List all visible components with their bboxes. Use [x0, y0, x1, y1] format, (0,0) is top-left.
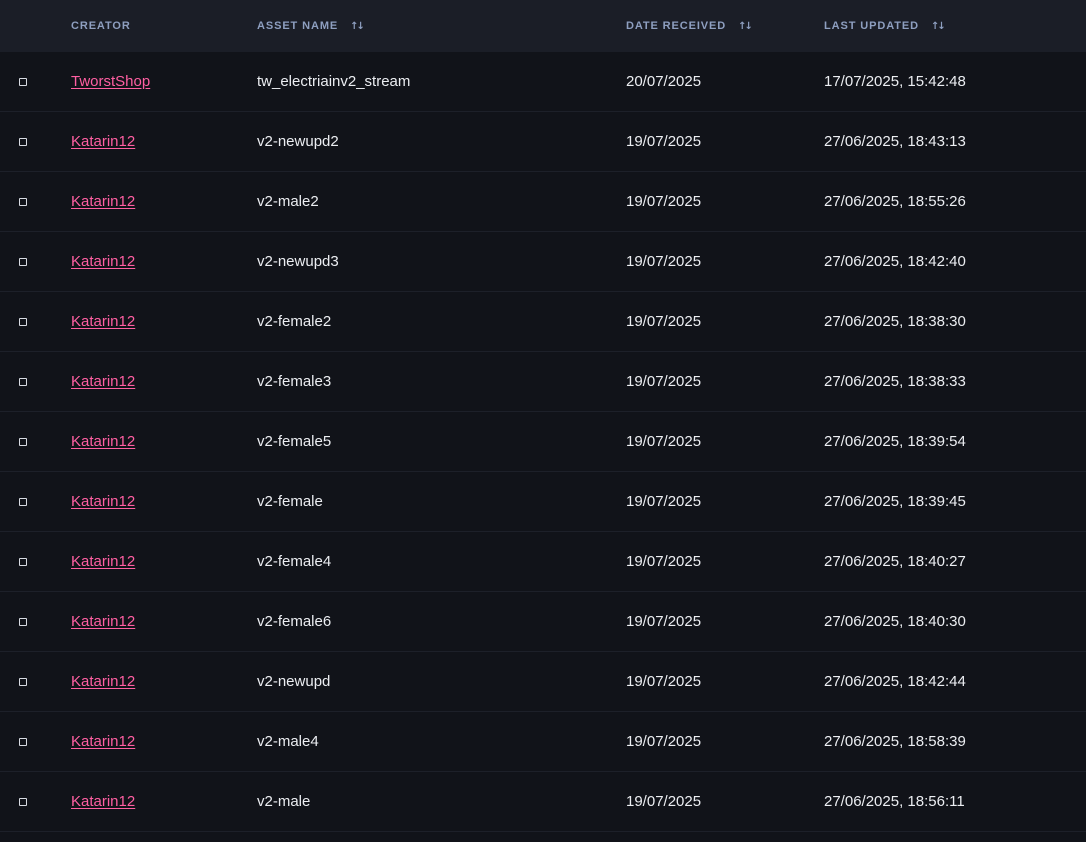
asset-name: v2-female3: [257, 373, 332, 390]
column-header-asset-name-label: ASSET NAME: [257, 20, 339, 32]
creator-link[interactable]: TworstShop: [71, 73, 150, 90]
asset-name: v2-newupd2: [257, 133, 339, 150]
date-received: 19/07/2025: [626, 313, 702, 330]
asset-name: v2-female6: [257, 613, 332, 630]
table-row[interactable]: Katarin12 v2-female5 19/07/2025 27/06/20…: [0, 412, 1086, 472]
row-checkbox[interactable]: [19, 437, 27, 446]
row-checkbox[interactable]: [19, 317, 27, 326]
asset-name: v2-female4: [257, 553, 332, 570]
table-header: CREATOR ASSET NAME ↑↓ DATE RECEIVED ↑↓ L…: [0, 0, 1086, 52]
date-received: 19/07/2025: [626, 793, 702, 810]
row-checkbox[interactable]: [19, 377, 27, 386]
table-row[interactable]: Katarin12 v2-newupd3 19/07/2025 27/06/20…: [0, 232, 1086, 292]
last-updated: 27/06/2025, 18:56:11: [824, 793, 965, 810]
row-checkbox[interactable]: [19, 77, 27, 86]
date-received: 19/07/2025: [626, 553, 702, 570]
last-updated: 27/06/2025, 18:38:33: [824, 373, 966, 390]
creator-link[interactable]: Katarin12: [71, 613, 135, 630]
creator-link[interactable]: Katarin12: [71, 313, 135, 330]
table-row[interactable]: Katarin12 v2-male 19/07/2025 27/06/2025,…: [0, 772, 1086, 832]
last-updated: 27/06/2025, 18:42:40: [824, 253, 966, 270]
asset-name: v2-newupd3: [257, 253, 339, 270]
row-checkbox[interactable]: [19, 257, 27, 266]
asset-name: tw_electriainv2_stream: [257, 73, 411, 90]
last-updated: 17/07/2025, 15:42:48: [824, 73, 966, 90]
date-received: 19/07/2025: [626, 373, 702, 390]
date-received: 19/07/2025: [626, 673, 702, 690]
creator-link[interactable]: Katarin12: [71, 553, 135, 570]
date-received: 19/07/2025: [626, 613, 702, 630]
column-header-date-received[interactable]: DATE RECEIVED ↑↓: [626, 20, 753, 32]
table-row[interactable]: Katarin12 v2-newupd 19/07/2025 27/06/202…: [0, 652, 1086, 712]
table-row[interactable]: Katarin12 v2-female4 19/07/2025 27/06/20…: [0, 532, 1086, 592]
row-checkbox[interactable]: [19, 737, 27, 746]
date-received: 19/07/2025: [626, 733, 702, 750]
table-row[interactable]: TworstShop tw_electriainv2_stream 20/07/…: [0, 52, 1086, 112]
asset-name: v2-newupd: [257, 673, 331, 690]
date-received: 19/07/2025: [626, 433, 702, 450]
column-header-last-updated[interactable]: LAST UPDATED ↑↓: [824, 20, 946, 32]
last-updated: 27/06/2025, 18:40:27: [824, 553, 966, 570]
sort-arrows-icon[interactable]: ↑↓: [738, 21, 753, 32]
table-row[interactable]: Katarin12 v2-newupd2 19/07/2025 27/06/20…: [0, 112, 1086, 172]
column-header-creator-label: CREATOR: [71, 20, 131, 32]
creator-link[interactable]: Katarin12: [71, 673, 135, 690]
table-row[interactable]: Katarin12 v2-female 19/07/2025 27/06/202…: [0, 472, 1086, 532]
column-header-asset-name[interactable]: ASSET NAME ↑↓: [257, 20, 365, 32]
creator-link[interactable]: Katarin12: [71, 733, 135, 750]
last-updated: 27/06/2025, 18:58:39: [824, 733, 966, 750]
date-received: 19/07/2025: [626, 193, 702, 210]
creator-link[interactable]: Katarin12: [71, 133, 135, 150]
creator-link[interactable]: Katarin12: [71, 793, 135, 810]
asset-name: v2-female: [257, 493, 323, 510]
creator-link[interactable]: Katarin12: [71, 493, 135, 510]
last-updated: 27/06/2025, 18:38:30: [824, 313, 966, 330]
creator-link[interactable]: Katarin12: [71, 373, 135, 390]
last-updated: 27/06/2025, 18:39:45: [824, 493, 966, 510]
asset-name: v2-female2: [257, 313, 332, 330]
asset-name: v2-male2: [257, 193, 319, 210]
row-checkbox[interactable]: [19, 617, 27, 626]
sort-arrows-icon[interactable]: ↑↓: [350, 21, 365, 32]
creator-link[interactable]: Katarin12: [71, 433, 135, 450]
creator-link[interactable]: Katarin12: [71, 253, 135, 270]
last-updated: 27/06/2025, 18:43:13: [824, 133, 966, 150]
asset-name: v2-female5: [257, 433, 332, 450]
sort-arrows-icon[interactable]: ↑↓: [931, 21, 946, 32]
assets-table: CREATOR ASSET NAME ↑↓ DATE RECEIVED ↑↓ L…: [0, 0, 1086, 832]
table-row[interactable]: Katarin12 v2-male4 19/07/2025 27/06/2025…: [0, 712, 1086, 772]
last-updated: 27/06/2025, 18:42:44: [824, 673, 966, 690]
date-received: 19/07/2025: [626, 253, 702, 270]
row-checkbox[interactable]: [19, 497, 27, 506]
asset-name: v2-male4: [257, 733, 319, 750]
table-body: TworstShop tw_electriainv2_stream 20/07/…: [0, 52, 1086, 832]
date-received: 19/07/2025: [626, 493, 702, 510]
row-checkbox[interactable]: [19, 197, 27, 206]
creator-link[interactable]: Katarin12: [71, 193, 135, 210]
asset-name: v2-male: [257, 793, 311, 810]
last-updated: 27/06/2025, 18:40:30: [824, 613, 966, 630]
table-row[interactable]: Katarin12 v2-female2 19/07/2025 27/06/20…: [0, 292, 1086, 352]
row-checkbox[interactable]: [19, 557, 27, 566]
row-checkbox[interactable]: [19, 797, 27, 806]
column-header-creator[interactable]: CREATOR: [71, 20, 131, 32]
last-updated: 27/06/2025, 18:55:26: [824, 193, 966, 210]
table-row[interactable]: Katarin12 v2-female6 19/07/2025 27/06/20…: [0, 592, 1086, 652]
row-checkbox[interactable]: [19, 137, 27, 146]
table-row[interactable]: Katarin12 v2-female3 19/07/2025 27/06/20…: [0, 352, 1086, 412]
date-received: 20/07/2025: [626, 73, 702, 90]
table-row[interactable]: Katarin12 v2-male2 19/07/2025 27/06/2025…: [0, 172, 1086, 232]
column-header-date-received-label: DATE RECEIVED: [626, 20, 727, 32]
row-checkbox[interactable]: [19, 677, 27, 686]
column-header-last-updated-label: LAST UPDATED: [824, 20, 919, 32]
date-received: 19/07/2025: [626, 133, 702, 150]
last-updated: 27/06/2025, 18:39:54: [824, 433, 966, 450]
